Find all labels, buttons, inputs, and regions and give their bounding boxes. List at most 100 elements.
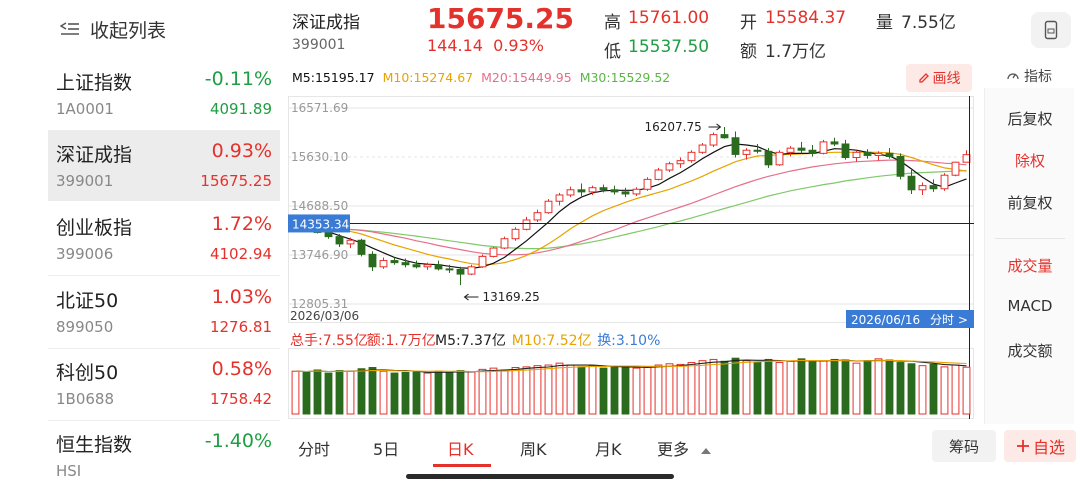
index-code: 399006 — [56, 245, 114, 263]
indicator-label: 指标 — [1024, 69, 1052, 85]
volume-bar — [643, 366, 652, 415]
volume-bar — [676, 363, 685, 415]
timeshare-link: 分时 > — [930, 313, 968, 327]
option-ex-rights[interactable]: 除权 — [985, 150, 1075, 171]
index-name: 北证50 — [56, 290, 119, 312]
kline-chart[interactable]: 16571.6915630.1014688.5013746.9012805.31… — [288, 96, 974, 419]
draw-line-label: 画线 — [932, 71, 961, 87]
tab-timeshare[interactable]: 分时 — [298, 436, 330, 460]
tab-more[interactable]: 更多 — [657, 436, 712, 460]
candle-body — [830, 141, 839, 145]
crosshair-price-label: 14353.34 — [292, 217, 349, 231]
candle-body — [324, 231, 333, 238]
index-code: 1B0688 — [56, 390, 115, 408]
volume-bar — [698, 360, 707, 415]
tab-weekly-k[interactable]: 周K — [520, 436, 547, 460]
candle-body — [896, 155, 905, 177]
tab-5day[interactable]: 5日 — [373, 436, 399, 460]
index-item-bz50[interactable]: 北证50 1.03% 899050 1276.81 — [48, 277, 280, 347]
volume-legend-item: 换:3.10% — [597, 332, 660, 349]
candle-body — [599, 187, 608, 191]
change-pct: 0.93% — [493, 36, 544, 55]
arrow-left-icon — [463, 293, 479, 301]
index-item-sh[interactable]: 上证指数 -0.11% 1A0001 4091.89 — [48, 59, 280, 129]
ma10-label: M10:15274.67 — [382, 70, 474, 85]
candle-body — [786, 147, 795, 153]
indicator-button[interactable]: 指标 — [1006, 66, 1052, 86]
option-forward-adjust[interactable]: 前复权 — [985, 192, 1075, 213]
volume-bar — [313, 369, 322, 415]
volume-bar — [555, 362, 564, 415]
volume-bar — [500, 369, 509, 415]
index-value: 4091.89 — [209, 100, 272, 118]
candle-body — [632, 188, 641, 195]
landscape-toggle-button[interactable] — [1031, 12, 1071, 48]
index-pct: 1.72% — [211, 213, 272, 235]
index-item-hsi[interactable]: 恒生指数 -1.40% HSI — [48, 421, 280, 486]
index-name: 科创50 — [56, 362, 119, 384]
candle-body — [698, 144, 707, 153]
volume-bar — [412, 371, 421, 415]
amount-value: 1.7万亿 — [765, 42, 827, 62]
volume-bar — [423, 372, 432, 415]
draw-line-button[interactable]: 画线 — [906, 64, 972, 92]
open-value: 15584.37 — [765, 8, 847, 28]
volume-bar — [467, 371, 476, 415]
index-value: 4102.94 — [209, 245, 272, 263]
tab-daily-k[interactable]: 日K — [447, 436, 474, 460]
volume-bar — [302, 371, 311, 415]
volume-bar — [896, 362, 905, 415]
candle-body — [742, 149, 751, 155]
tab-underline — [433, 464, 491, 467]
candle-body — [863, 151, 872, 156]
candle-body — [885, 152, 894, 157]
indicator-amount[interactable]: 成交额 — [985, 340, 1075, 361]
candle-body — [522, 219, 531, 230]
home-indicator — [406, 474, 674, 479]
volume-bar — [797, 358, 806, 415]
index-pct: -0.11% — [204, 68, 272, 90]
volume-bar — [786, 360, 795, 415]
candle-body — [401, 262, 410, 266]
volume-bar — [830, 358, 839, 415]
candle-body — [533, 212, 542, 221]
index-value: 15675.25 — [200, 172, 272, 190]
index-value: 1758.42 — [209, 390, 272, 408]
ma20-label: M20:15449.95 — [481, 70, 572, 85]
volume-bar — [852, 362, 861, 415]
index-item-sz[interactable]: 深证成指 0.93% 399001 15675.25 — [48, 131, 280, 201]
volume-bar — [753, 361, 762, 415]
volume-bar — [709, 358, 718, 415]
volume-label: 量 — [876, 13, 893, 33]
volume-bar — [907, 363, 916, 415]
caret-up-icon — [701, 447, 712, 454]
index-pct: 1.03% — [211, 286, 272, 308]
candle-body — [643, 178, 652, 190]
indicator-macd[interactable]: MACD — [985, 297, 1075, 315]
index-item-kc50[interactable]: 科创50 0.58% 1B0688 1758.42 — [48, 349, 280, 419]
volume-bar — [544, 364, 553, 415]
low-annotation: 13169.25 — [483, 290, 540, 304]
y-tick-label: 13746.90 — [291, 248, 348, 262]
index-code: 1A0001 — [56, 100, 114, 118]
index-item-cyb[interactable]: 创业板指 1.72% 399006 4102.94 — [48, 204, 280, 274]
volume-bar — [731, 357, 740, 415]
chip-distribution-button[interactable]: 筹码 — [932, 430, 996, 462]
candle-body — [610, 189, 619, 193]
volume-bar — [533, 365, 542, 415]
candle-body — [445, 268, 454, 271]
index-pct: 0.93% — [211, 140, 272, 162]
collapse-list-button[interactable]: 收起列表 — [60, 14, 166, 44]
volume-bar — [687, 362, 696, 415]
amount-label: 额 — [740, 42, 757, 62]
option-back-adjust[interactable]: 后复权 — [985, 108, 1075, 129]
ma-legend: M5:15195.17 M10:15274.67 M20:15449.95 M3… — [292, 70, 670, 85]
index-code: 899050 — [56, 318, 114, 336]
indicator-volume[interactable]: 成交量 — [985, 255, 1075, 276]
volume-bar — [566, 364, 575, 415]
volume-bar — [808, 361, 817, 415]
volume-bar — [665, 363, 674, 415]
add-watchlist-button[interactable]: 自选 — [1004, 430, 1076, 462]
tab-monthly-k[interactable]: 月K — [595, 436, 622, 460]
volume-bar — [401, 371, 410, 415]
